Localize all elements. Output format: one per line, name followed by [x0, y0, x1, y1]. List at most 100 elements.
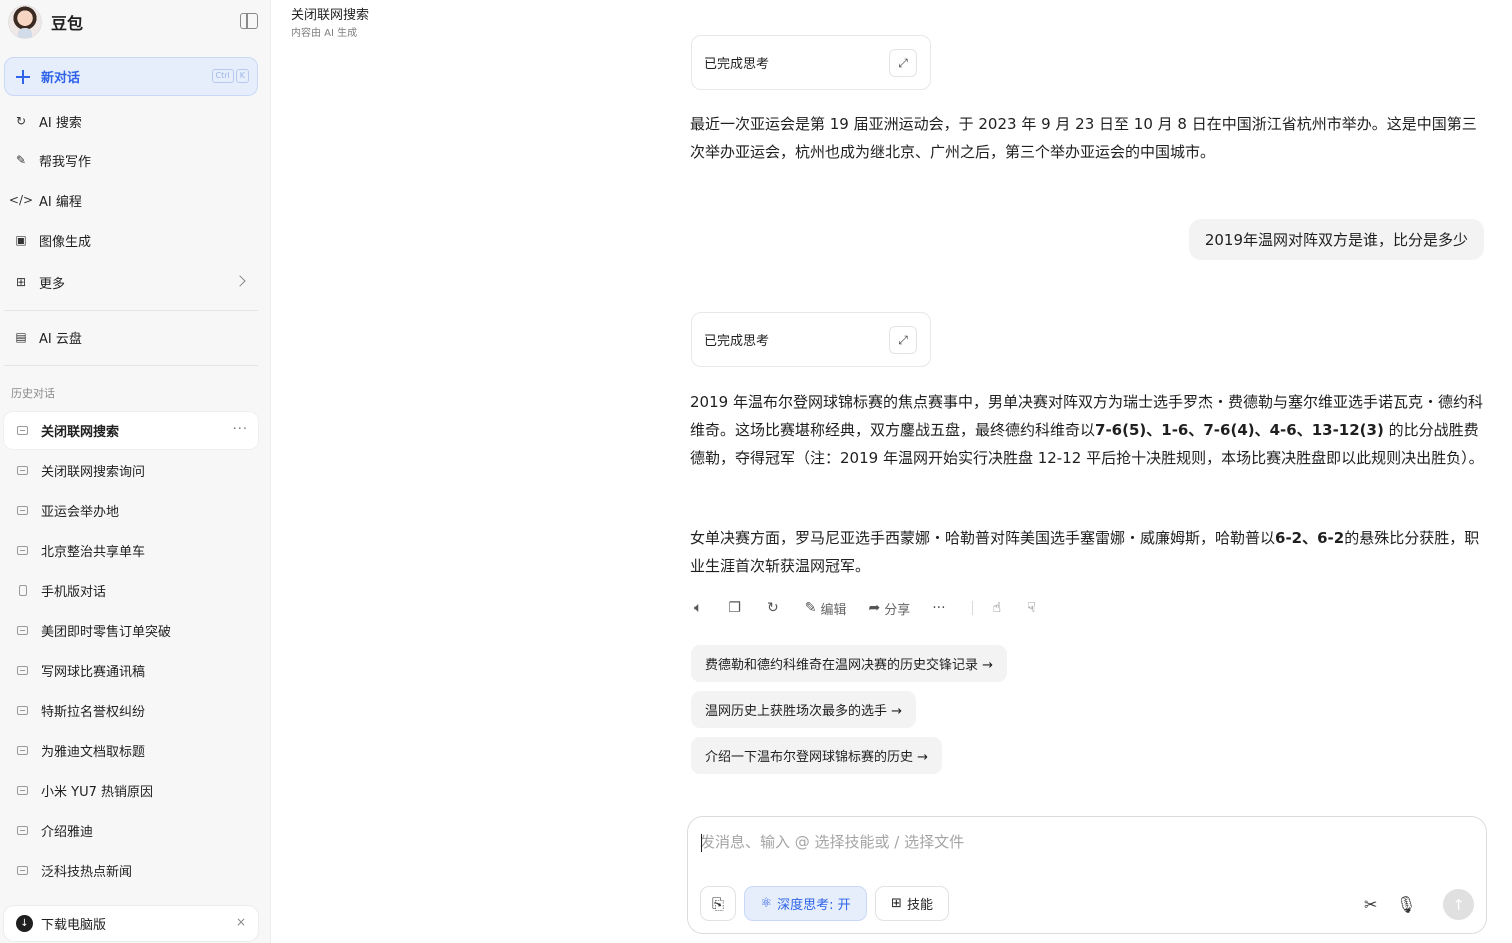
download-icon: ↓ [16, 915, 33, 932]
suggested-question[interactable]: 费德勒和德约科维奇在温网决赛的历史交锋记录 → [691, 645, 1008, 682]
brand-name: 豆包 [51, 14, 84, 33]
nav-item-image-gen[interactable]: ▣ 图像生成 [4, 222, 258, 258]
more-options-icon[interactable]: ··· [233, 422, 248, 437]
thinking-label: 已完成思考 [704, 334, 770, 349]
plus-icon [15, 69, 31, 85]
divider [971, 601, 973, 615]
code-icon: </> [8, 193, 34, 207]
history-item[interactable]: 为雅迪文档取标题 [4, 732, 258, 769]
paperclip-icon: ⎘ [711, 894, 724, 913]
suggested-question[interactable]: 温网历史上获胜场次最多的选手 → [691, 691, 917, 728]
new-chat-button[interactable]: 新对话 Ctrl K [4, 57, 258, 96]
edit-button[interactable]: ✎ 编辑 [805, 599, 847, 618]
message-composer: ⎘ ⚛ 深度思考: 开 ⊞ 技能 ✂ 🎙︎ ↑ [687, 816, 1487, 934]
grid-icon: ⊞ [15, 275, 27, 289]
history-item[interactable]: 写网球比赛通讯稿 [4, 652, 258, 689]
answer-text: 女单决赛方面，罗马尼亚选手西蒙娜・哈勒普对阵美国选手塞雷娜・威廉姆斯，哈勒普以 [690, 529, 1276, 547]
skills-button[interactable]: ⊞ 技能 [875, 886, 949, 921]
share-button[interactable]: ➦ 分享 [868, 599, 910, 618]
close-icon[interactable]: × [236, 915, 246, 929]
dislike-button[interactable]: ☟ [1027, 600, 1040, 616]
suggested-question[interactable]: 介绍一下温布尔登网球锦标赛的历史 → [691, 737, 943, 774]
chat-bubble-icon [17, 666, 28, 675]
nav-label: AI 搜索 [39, 115, 82, 131]
nav-item-ai-cloud[interactable]: ▤ AI 云盘 [4, 319, 258, 355]
message-input[interactable] [700, 829, 1460, 855]
send-button[interactable]: ↑ [1443, 889, 1474, 920]
conversation-title[interactable]: 关闭联网搜索 [291, 4, 369, 23]
answer-score: 6-2、6-2 [1275, 529, 1345, 547]
thumbs-up-icon: ☝ [992, 600, 1002, 616]
scissors-icon[interactable]: ✂ [1364, 895, 1377, 914]
edit-label: 编辑 [820, 602, 847, 618]
history-item[interactable]: 北京整治共享单车 [4, 532, 258, 569]
history-item[interactable]: 特斯拉名誉权纠纷 [4, 692, 258, 729]
cloud-folder-icon: ▤ [15, 330, 27, 344]
nav-label: 更多 [39, 276, 66, 292]
nav-label: 图像生成 [39, 234, 92, 250]
expand-icon[interactable]: ⤢ [889, 326, 917, 354]
like-button[interactable]: ☝ [993, 600, 1006, 616]
share-label: 分享 [884, 602, 911, 618]
history-item-active[interactable]: 关闭联网搜索 ··· [4, 412, 258, 449]
nav-label: AI 编程 [39, 194, 82, 210]
nav-item-ai-search[interactable]: ↻ AI 搜索 [4, 103, 258, 139]
divider [4, 365, 258, 366]
history-label: 亚运会举办地 [41, 505, 120, 520]
chat-bubble-icon [17, 786, 28, 795]
history-label: 特斯拉名誉权纠纷 [41, 705, 146, 720]
regenerate-button[interactable]: ↻ [767, 600, 783, 616]
download-desktop-button[interactable]: ↓ 下载电脑版 × [4, 906, 258, 941]
thumbs-down-icon: ☟ [1027, 600, 1036, 616]
history-label: 北京整治共享单车 [41, 545, 146, 560]
history-item[interactable]: 手机版对话 [4, 572, 258, 609]
thinking-complete-card[interactable]: 已完成思考 ⤢ [691, 35, 931, 90]
expand-icon[interactable]: ⤢ [889, 49, 917, 77]
divider [4, 310, 258, 311]
attach-button[interactable]: ⎘ [700, 886, 736, 921]
nav-item-more[interactable]: ⊞ 更多 [4, 264, 258, 300]
nav-item-writing[interactable]: ✎ 帮我写作 [4, 142, 258, 178]
history-title: 历史对话 [11, 387, 55, 400]
chat-bubble-icon [17, 706, 28, 715]
history-item[interactable]: 关闭联网搜索询问 [4, 452, 258, 489]
grid-icon: ⊞ [891, 896, 902, 911]
thinking-complete-card[interactable]: 已完成思考 ⤢ [691, 312, 931, 367]
history-item[interactable]: 泛科技热点新闻 [4, 852, 258, 889]
history-item[interactable]: 小米 YU7 热销原因 [4, 772, 258, 809]
sidebar-collapse-icon[interactable] [240, 13, 258, 29]
message-actions: 🔈︎ ❐ ↻ ✎ 编辑 ➦ 分享 ··· ☝ ☟ [694, 597, 1062, 619]
shortcut-key: K [235, 69, 249, 83]
skills-label: 技能 [906, 898, 933, 913]
thinking-label: 已完成思考 [704, 57, 770, 72]
read-aloud-button[interactable]: 🔈︎ [694, 600, 706, 616]
chat-bubble-icon [17, 626, 28, 635]
pen-icon: ✎ [15, 153, 27, 167]
search-icon: ↻ [15, 114, 27, 128]
history-item[interactable]: 美团即时零售订单突破 [4, 612, 258, 649]
history-item[interactable]: 亚运会举办地 [4, 492, 258, 529]
chat-bubble-icon [17, 426, 28, 435]
new-chat-label: 新对话 [41, 71, 81, 86]
more-icon: ··· [932, 600, 946, 616]
image-icon: ▣ [15, 233, 27, 247]
brand[interactable]: 豆包 [8, 4, 258, 40]
chat-bubble-icon [17, 546, 28, 555]
deep-think-label: 深度思考: 开 [777, 898, 851, 913]
history-label: 美团即时零售订单突破 [41, 625, 172, 640]
history-label: 小米 YU7 热销原因 [41, 785, 153, 800]
more-actions-button[interactable]: ··· [932, 600, 949, 616]
chat-bubble-icon [17, 866, 28, 875]
ai-generated-note: 内容由 AI 生成 [291, 28, 358, 39]
nav-item-coding[interactable]: </> AI 编程 [4, 182, 258, 218]
history-label: 介绍雅迪 [41, 825, 94, 840]
assistant-answer: 女单决赛方面，罗马尼亚选手西蒙娜・哈勒普对阵美国选手塞雷娜・威廉姆斯，哈勒普以6… [690, 524, 1486, 580]
chevron-right-icon [234, 275, 246, 287]
text-caret [701, 834, 702, 852]
microphone-icon[interactable]: 🎙︎ [1396, 895, 1416, 914]
history-item[interactable]: 介绍雅迪 [4, 812, 258, 849]
copy-icon: ❐ [728, 600, 741, 616]
deep-think-toggle[interactable]: ⚛ 深度思考: 开 [744, 886, 867, 921]
copy-button[interactable]: ❐ [728, 600, 745, 616]
nav-label: AI 云盘 [39, 331, 82, 347]
